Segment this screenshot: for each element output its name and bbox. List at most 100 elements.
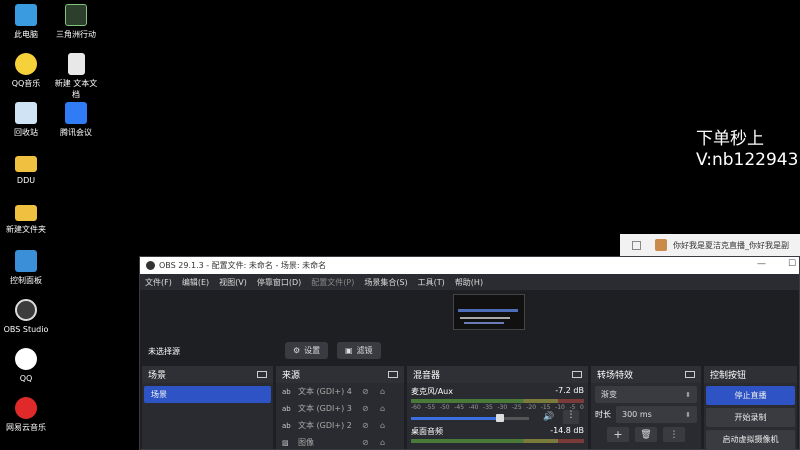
filters-button[interactable]: ▣ 滤镜 [337, 342, 381, 359]
speaker-icon[interactable]: 🔊 [543, 412, 554, 422]
window-title: OBS 29.1.3 - 配置文件: 未命名 - 场景: 未命名 [159, 261, 327, 270]
chat-notification[interactable]: 你好我是夏洁克直播_你好我是副 [620, 234, 800, 256]
undock-icon[interactable] [685, 371, 695, 378]
menu-docks[interactable]: 停靠窗口(D) [257, 277, 301, 288]
undock-icon[interactable] [257, 371, 267, 378]
undock-icon[interactable] [388, 371, 398, 378]
lock-icon[interactable]: ⌂ [380, 387, 385, 396]
recycle-bin-icon [15, 102, 37, 124]
mixer-channel-desktop: 桌面音频 -14.8 dB [407, 424, 588, 443]
menu-edit[interactable]: 编辑(E) [182, 277, 209, 288]
netease-music-icon [15, 397, 37, 419]
text-source-icon: ab [282, 387, 291, 396]
source-item[interactable]: ab 文本 (GDI+) 4 ⊘ ⌂ [276, 383, 404, 400]
computer-icon [15, 4, 37, 26]
channel-db: -7.2 dB [555, 386, 584, 395]
start-virtual-camera-button[interactable]: 启动虚拟摄像机 [706, 430, 795, 449]
undock-icon[interactable] [572, 371, 582, 378]
desktop-icon-new-text-file[interactable]: 新建 文本文 档 [46, 53, 106, 100]
overlay-text-line1: 下单秒上 [696, 129, 764, 149]
sources-dock: 来源 ab 文本 (GDI+) 4 ⊘ ⌂ ab 文本 (GDI+) 3 ⊘ ⌂… [276, 366, 404, 449]
minimize-button[interactable]: — [757, 259, 766, 269]
mixer-dock-header: 混音器 [407, 366, 588, 383]
obs-icon [15, 299, 37, 321]
text-source-icon: ab [282, 404, 291, 413]
overlay-text-line2: V:nb122943 [696, 150, 799, 170]
no-source-selected-label: 未选择源 [148, 346, 180, 356]
obs-window: OBS 29.1.3 - 配置文件: 未命名 - 场景: 未命名 — ☐ 文件(… [139, 256, 800, 450]
channel-db: -14.8 dB [550, 426, 584, 435]
sources-dock-header: 来源 [276, 366, 404, 383]
more-options-button[interactable]: ⋮ [663, 427, 685, 442]
controls-dock: 控制按钮 停止直播 开始录制 启动虚拟摄像机 [704, 366, 797, 449]
transitions-dock: 转场特效 渐变 ⬍ 时长 300 ms ⬍ + 🗑 ⋮ [591, 366, 701, 449]
notification-message: 你好我是夏洁克直播_你好我是副 [673, 240, 789, 250]
qq-icon [15, 348, 37, 370]
preview-area [140, 290, 799, 338]
source-toolbar: 未选择源 ⚙ 设置 ▣ 滤镜 [140, 338, 799, 364]
lock-icon[interactable]: ⌂ [380, 438, 385, 447]
hidden-eye-icon[interactable]: ⊘ [362, 387, 369, 396]
hidden-eye-icon[interactable]: ⊘ [362, 438, 369, 447]
meeting-icon [65, 102, 87, 124]
menu-profile[interactable]: 配置文件(P) [311, 277, 354, 288]
volume-fader[interactable]: 🔊 ⋮ [411, 410, 584, 424]
chevron-updown-icon: ⬍ [685, 390, 691, 399]
gear-icon: ⚙ [293, 346, 301, 355]
hidden-eye-icon[interactable]: ⊘ [362, 421, 369, 430]
menu-bar: 文件(F) 编辑(E) 视图(V) 停靠窗口(D) 配置文件(P) 场景集合(S… [140, 274, 799, 290]
game-icon [65, 4, 87, 26]
spin-arrows-icon[interactable]: ⬍ [685, 411, 691, 419]
filter-icon: ▣ [345, 346, 353, 355]
fader-handle[interactable] [495, 414, 504, 422]
desktop-icon-ddu[interactable]: DDU [0, 152, 56, 186]
title-bar: OBS 29.1.3 - 配置文件: 未命名 - 场景: 未命名 — ☐ [140, 257, 799, 274]
scenes-dock: 场景 场景 [142, 366, 273, 449]
menu-scene-collection[interactable]: 场景集合(S) [364, 277, 407, 288]
scene-item[interactable]: 场景 [144, 386, 271, 403]
more-options-button[interactable]: ⋮ [563, 410, 579, 424]
lock-icon[interactable]: ⌂ [380, 421, 385, 430]
start-recording-button[interactable]: 开始录制 [706, 408, 795, 427]
menu-tools[interactable]: 工具(T) [418, 277, 445, 288]
channel-name: 桌面音频 [411, 427, 443, 436]
controls-dock-header: 控制按钮 [704, 366, 797, 383]
desktop-icon-control-panel[interactable]: 控制面板 [0, 250, 56, 286]
folder-icon [15, 205, 37, 221]
meter-scale: -60 -55 -50 -45 -40 -35 -30 -25 -20 -15 -10 -5 0 [411, 404, 584, 411]
trash-icon[interactable]: 🗑 [635, 427, 657, 442]
desktop-icon-delta-force[interactable]: 三角洲行动 [46, 4, 106, 40]
desktop-icon-tencent-meeting[interactable]: 腾讯会议 [46, 102, 106, 138]
duration-spinbox[interactable]: 300 ms ⬍ [616, 406, 697, 423]
mixer-dock: 混音器 麦克风/Aux -7.2 dB -60 -55 -50 -45 -40 -35 -3… [407, 366, 588, 449]
stop-streaming-button[interactable]: 停止直播 [706, 386, 795, 405]
transition-select[interactable]: 渐变 ⬍ [595, 386, 697, 403]
desktop-icon-obs-studio[interactable]: OBS Studio [0, 299, 56, 335]
text-source-icon: ab [282, 421, 291, 430]
channel-name: 麦克风/Aux [411, 387, 453, 396]
program-preview[interactable] [453, 294, 525, 330]
menu-help[interactable]: 帮助(H) [455, 277, 483, 288]
menu-view[interactable]: 视图(V) [219, 277, 247, 288]
source-item[interactable]: ▨ 图像 ⊘ ⌂ [276, 434, 404, 449]
docks-area: 场景 场景 来源 ab 文本 (GDI+) 4 ⊘ ⌂ ab 文本 (GDI+)… [140, 366, 799, 449]
volume-meter [411, 439, 584, 443]
music-icon [15, 53, 37, 75]
control-panel-icon [15, 250, 37, 272]
folder-icon [15, 156, 37, 172]
maximize-button[interactable]: ☐ [788, 259, 796, 269]
desktop-icon-new-folder[interactable]: 新建文件夹 [0, 201, 56, 235]
hidden-eye-icon[interactable]: ⊘ [362, 404, 369, 413]
duration-label: 时长 [595, 410, 611, 419]
settings-button[interactable]: ⚙ 设置 [285, 342, 329, 359]
lock-icon[interactable]: ⌂ [380, 404, 385, 413]
source-item[interactable]: ab 文本 (GDI+) 3 ⊘ ⌂ [276, 400, 404, 417]
desktop-icon-qq[interactable]: QQ [0, 348, 56, 384]
menu-file[interactable]: 文件(F) [145, 277, 172, 288]
mixer-channel-mic: 麦克风/Aux -7.2 dB -60 -55 -50 -45 -40 -35 -30 -25… [407, 383, 588, 424]
window-icon [632, 240, 641, 250]
desktop-icon-netease-music[interactable]: 网易云音乐 [0, 397, 56, 433]
avatar [655, 239, 667, 251]
source-item[interactable]: ab 文本 (GDI+) 2 ⊘ ⌂ [276, 417, 404, 434]
add-transition-button[interactable]: + [607, 427, 629, 442]
